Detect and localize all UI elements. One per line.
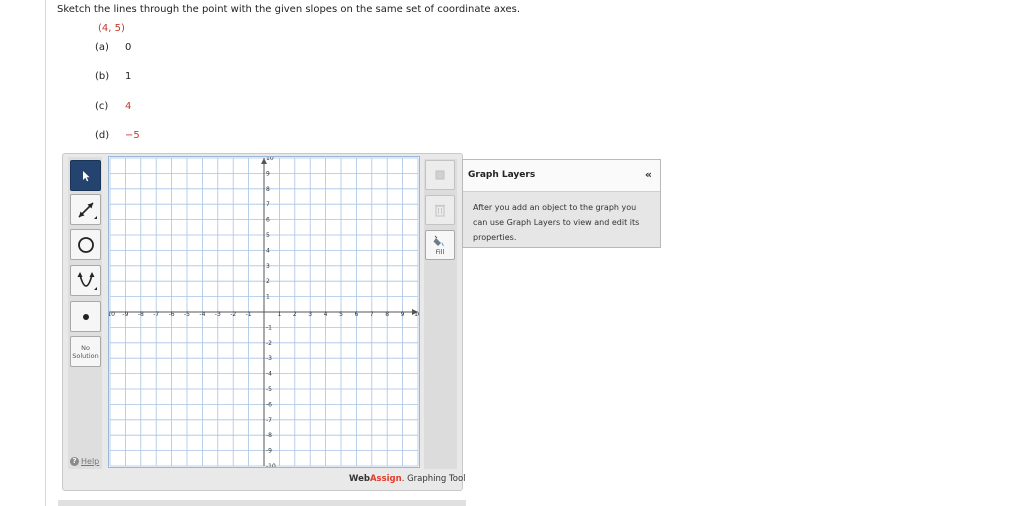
x-tick-label: 7 xyxy=(370,311,374,318)
y-tick-label: 1 xyxy=(266,294,270,301)
help-label: Help xyxy=(81,457,100,466)
y-tick-label: 5 xyxy=(266,232,270,239)
part-d: (d) −5 xyxy=(95,130,140,141)
part-c: (c) 4 xyxy=(95,101,131,112)
circle-icon xyxy=(77,236,94,253)
x-tick-label: 3 xyxy=(308,311,312,318)
x-tick-label: -3 xyxy=(215,311,221,318)
part-letter: (d) xyxy=(95,130,110,141)
x-tick-label: 2 xyxy=(293,311,297,318)
collapse-panel-icon[interactable]: « xyxy=(645,168,652,181)
y-tick-label: -4 xyxy=(266,371,272,378)
paint-bucket-icon xyxy=(433,235,444,246)
part-letter: (c) xyxy=(95,101,109,112)
page-divider xyxy=(45,0,46,506)
x-tick-label: -7 xyxy=(153,311,159,318)
brand-assign: Assign xyxy=(369,474,402,484)
y-tick-label: -5 xyxy=(266,386,272,393)
x-tick-label: -8 xyxy=(138,311,144,318)
circle-tool-button[interactable] xyxy=(70,229,101,260)
line-tool-button[interactable] xyxy=(70,194,101,225)
y-tick-label: -1 xyxy=(266,324,272,331)
graph-layers-description: After you add an object to the graph you… xyxy=(473,203,640,242)
question-prompt: Sketch the lines through the point with … xyxy=(57,4,521,15)
y-tick-label: 7 xyxy=(266,201,270,208)
x-tick-label: 6 xyxy=(354,311,358,318)
fill-label: Fill xyxy=(435,247,445,256)
x-tick-label: -2 xyxy=(230,311,236,318)
y-tick-label: -6 xyxy=(266,401,272,408)
coordinate-plane[interactable]: -10-9-8-7-6-5-4-3-2-11234567891010987654… xyxy=(108,156,420,468)
y-tick-label: 9 xyxy=(266,170,270,177)
delete-button[interactable] xyxy=(425,195,455,225)
y-tick-label: 4 xyxy=(266,247,270,254)
part-value: 0 xyxy=(125,42,132,53)
parabola-tool-button[interactable] xyxy=(70,265,101,296)
y-tick-label: 3 xyxy=(266,263,270,270)
y-tick-label: 8 xyxy=(266,186,270,193)
no-solution-button[interactable]: No Solution xyxy=(70,336,101,367)
fill-button[interactable]: Fill xyxy=(425,230,455,260)
pointer-tool-button[interactable] xyxy=(70,160,101,191)
graph-layers-header: Graph Layers « xyxy=(463,160,660,192)
y-tick-label: 6 xyxy=(266,217,270,224)
part-b: (b) 1 xyxy=(95,71,131,82)
x-tick-label: -5 xyxy=(184,311,190,318)
x-tick-label: 5 xyxy=(339,311,343,318)
x-tick-label: -10 xyxy=(108,311,115,318)
layer-order-button[interactable] xyxy=(425,160,455,190)
bottom-strip xyxy=(58,500,466,506)
graph-svg: -10-9-8-7-6-5-4-3-2-11234567891010987654… xyxy=(108,156,420,468)
given-point: (4, 5) xyxy=(98,23,125,34)
pointer-arrow-icon xyxy=(82,170,90,181)
x-tick-label: -1 xyxy=(246,311,252,318)
part-letter: (a) xyxy=(95,42,109,53)
y-tick-label: -9 xyxy=(266,448,272,455)
trash-icon xyxy=(435,204,445,217)
graph-layers-title: Graph Layers xyxy=(468,170,536,180)
point-dot-icon xyxy=(82,313,89,320)
layer-stack-icon xyxy=(435,170,445,180)
x-tick-label: 9 xyxy=(401,311,405,318)
part-value: 4 xyxy=(125,101,132,112)
brand-tool-name: . Graphing Tool xyxy=(401,474,466,484)
y-tick-label: 2 xyxy=(266,278,270,285)
x-tick-label: -6 xyxy=(169,311,175,318)
brand-web: Web xyxy=(349,474,370,484)
x-tick-label: 4 xyxy=(324,311,328,318)
part-letter: (b) xyxy=(95,71,110,82)
y-tick-label: -2 xyxy=(266,340,272,347)
part-value: −5 xyxy=(125,130,140,141)
line-segment-icon xyxy=(77,201,97,219)
x-tick-label: 1 xyxy=(277,311,281,318)
parabola-icon xyxy=(77,271,97,290)
y-tick-label: -8 xyxy=(266,432,272,439)
x-tick-label: 8 xyxy=(385,311,389,318)
part-value: 1 xyxy=(125,71,132,82)
x-tick-label: -4 xyxy=(199,311,205,318)
help-link[interactable]: ? Help xyxy=(70,457,99,466)
y-tick-label: -3 xyxy=(266,355,272,362)
y-tick-label: -7 xyxy=(266,417,272,424)
point-tool-button[interactable] xyxy=(70,301,101,332)
graph-layers-panel: Graph Layers « After you add an object t… xyxy=(462,159,661,248)
x-tick-label: -9 xyxy=(122,311,128,318)
help-icon: ? xyxy=(70,457,79,466)
webassign-brand: WebAssign. Graphing Tool xyxy=(349,474,466,484)
part-a: (a) 0 xyxy=(95,42,131,53)
